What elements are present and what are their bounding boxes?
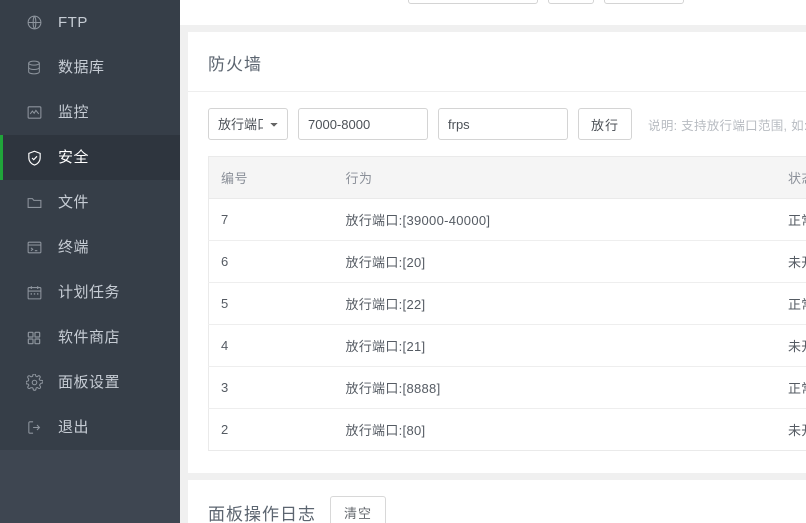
sidebar-item-label: 安全 [58, 149, 90, 166]
port-range-input[interactable] [298, 108, 428, 140]
calendar-icon [24, 283, 44, 303]
sidebar-item-label: 软件商店 [58, 329, 121, 346]
cell-status: 正常 [775, 366, 806, 409]
cell-action: 放行端口:[20] [333, 240, 776, 283]
column-header-id: 编号 [208, 156, 334, 199]
cell-id: 6 [208, 240, 334, 283]
cell-status: 未开启 [775, 240, 806, 283]
sidebar: FTP 数据库 监控 安全 文件 终端 计划任务 软件商店 面板设置 退出 [0, 0, 180, 523]
clipped-form-row [180, 0, 806, 4]
firewall-card-body: 放行端口 放行 说明: 支持放行端口范围, 如: 3000 编号 行为 [188, 92, 806, 473]
app-root: FTP 数据库 监控 安全 文件 终端 计划任务 软件商店 面板设置 退出 防火… [0, 0, 806, 523]
globe-icon [24, 13, 44, 33]
terminal-icon [24, 238, 44, 258]
clipped-input-2[interactable] [604, 0, 684, 4]
panel-log-header: 面板操作日志 清空 [188, 480, 806, 523]
monitor-icon [24, 103, 44, 123]
firewall-rules-table: 编号 行为 状态 备注 7 放行端口:[39000-40000] 正常 [208, 156, 806, 451]
cell-status: 正常 [775, 282, 806, 325]
sidebar-nav: FTP 数据库 监控 安全 文件 终端 计划任务 软件商店 面板设置 退出 [0, 0, 180, 450]
sidebar-item-label: 退出 [58, 419, 90, 436]
cell-status: 未开启 [787, 423, 806, 438]
cell-status: 正常 [775, 198, 806, 241]
cell-action: 放行端口:[21] [333, 324, 776, 367]
firewall-card: 防火墙 放行端口 放行 说明: 支持放行端口范围, 如: 3000 [188, 32, 806, 473]
table-body: 7 放行端口:[39000-40000] 正常 6 放行端口:[20] 未开启 [208, 198, 806, 451]
database-icon [24, 58, 44, 78]
column-header-status: 状态 [775, 156, 806, 199]
panel-log-card: 面板操作日志 清空 [188, 480, 806, 523]
cell-action: 放行端口:[39000-40000] [333, 198, 776, 241]
rule-note-input[interactable] [438, 108, 568, 140]
page-title: 防火墙 [208, 55, 262, 74]
form-hint-text: 说明: 支持放行端口范围, 如: 3000 [648, 118, 806, 133]
sidebar-item-files[interactable]: 文件 [0, 180, 180, 225]
table-row[interactable]: 2 放行端口:[80] 未开启 [209, 409, 806, 451]
shield-icon [24, 148, 44, 168]
cell-id: 4 [208, 324, 334, 367]
sidebar-item-label: FTP [58, 14, 88, 31]
clear-log-button[interactable]: 清空 [330, 496, 387, 523]
cell-action: 放行端口:[22] [333, 282, 776, 325]
column-header-action: 行为 [333, 156, 776, 199]
firewall-card-header: 防火墙 [188, 32, 806, 92]
gear-icon [24, 373, 44, 393]
sidebar-item-app-store[interactable]: 软件商店 [0, 315, 180, 360]
sidebar-item-label: 文件 [58, 194, 90, 211]
firewall-form: 放行端口 放行 说明: 支持放行端口范围, 如: 3000 [208, 108, 806, 140]
table-header-row: 编号 行为 状态 备注 [208, 156, 806, 199]
cell-action: 放行端口:[80] [345, 423, 426, 438]
sidebar-item-logout[interactable]: 退出 [0, 405, 180, 450]
main-content: 防火墙 放行端口 放行 说明: 支持放行端口范围, 如: 3000 [180, 0, 806, 523]
allow-button[interactable]: 放行 [578, 108, 633, 140]
sidebar-item-security[interactable]: 安全 [0, 135, 180, 180]
sidebar-item-monitor[interactable]: 监控 [0, 90, 180, 135]
sidebar-item-label: 监控 [58, 104, 90, 121]
table-row[interactable]: 7 放行端口:[39000-40000] 正常 [208, 198, 806, 241]
panel-log-title: 面板操作日志 [208, 505, 316, 523]
sidebar-item-database[interactable]: 数据库 [0, 45, 180, 90]
table-head: 编号 行为 状态 备注 [208, 156, 806, 199]
cell-action: 放行端口:[8888] [333, 366, 776, 409]
sidebar-item-label: 面板设置 [58, 374, 121, 391]
table-row[interactable]: 4 放行端口:[21] 未开启 [208, 324, 806, 367]
cell-id: 7 [208, 198, 334, 241]
table-row[interactable]: 6 放行端口:[20] 未开启 [208, 240, 806, 283]
sidebar-item-ftp[interactable]: FTP [0, 0, 180, 45]
clipped-input-1[interactable] [408, 0, 538, 4]
cell-id: 5 [208, 282, 334, 325]
clipped-button-1[interactable] [548, 0, 594, 4]
cell-status: 未开启 [775, 324, 806, 367]
logout-icon [24, 418, 44, 438]
sidebar-item-label: 终端 [58, 239, 90, 256]
section-gap-2 [180, 473, 806, 480]
section-gap [180, 25, 806, 32]
sidebar-footer [0, 450, 180, 523]
clipped-card-above [180, 0, 806, 25]
sidebar-item-crontab[interactable]: 计划任务 [0, 270, 180, 315]
rule-type-select[interactable]: 放行端口 [208, 108, 288, 140]
sidebar-item-label: 数据库 [58, 59, 105, 76]
sidebar-item-terminal[interactable]: 终端 [0, 225, 180, 270]
sidebar-item-panel-settings[interactable]: 面板设置 [0, 360, 180, 405]
grid-icon [24, 328, 44, 348]
folder-icon [24, 193, 44, 213]
table-row[interactable]: 3 放行端口:[8888] 正常 [208, 366, 806, 409]
sidebar-item-label: 计划任务 [58, 284, 121, 301]
cell-id: 2 [221, 422, 229, 437]
table-row[interactable]: 5 放行端口:[22] 正常 [208, 282, 806, 325]
cell-id: 3 [208, 366, 334, 409]
